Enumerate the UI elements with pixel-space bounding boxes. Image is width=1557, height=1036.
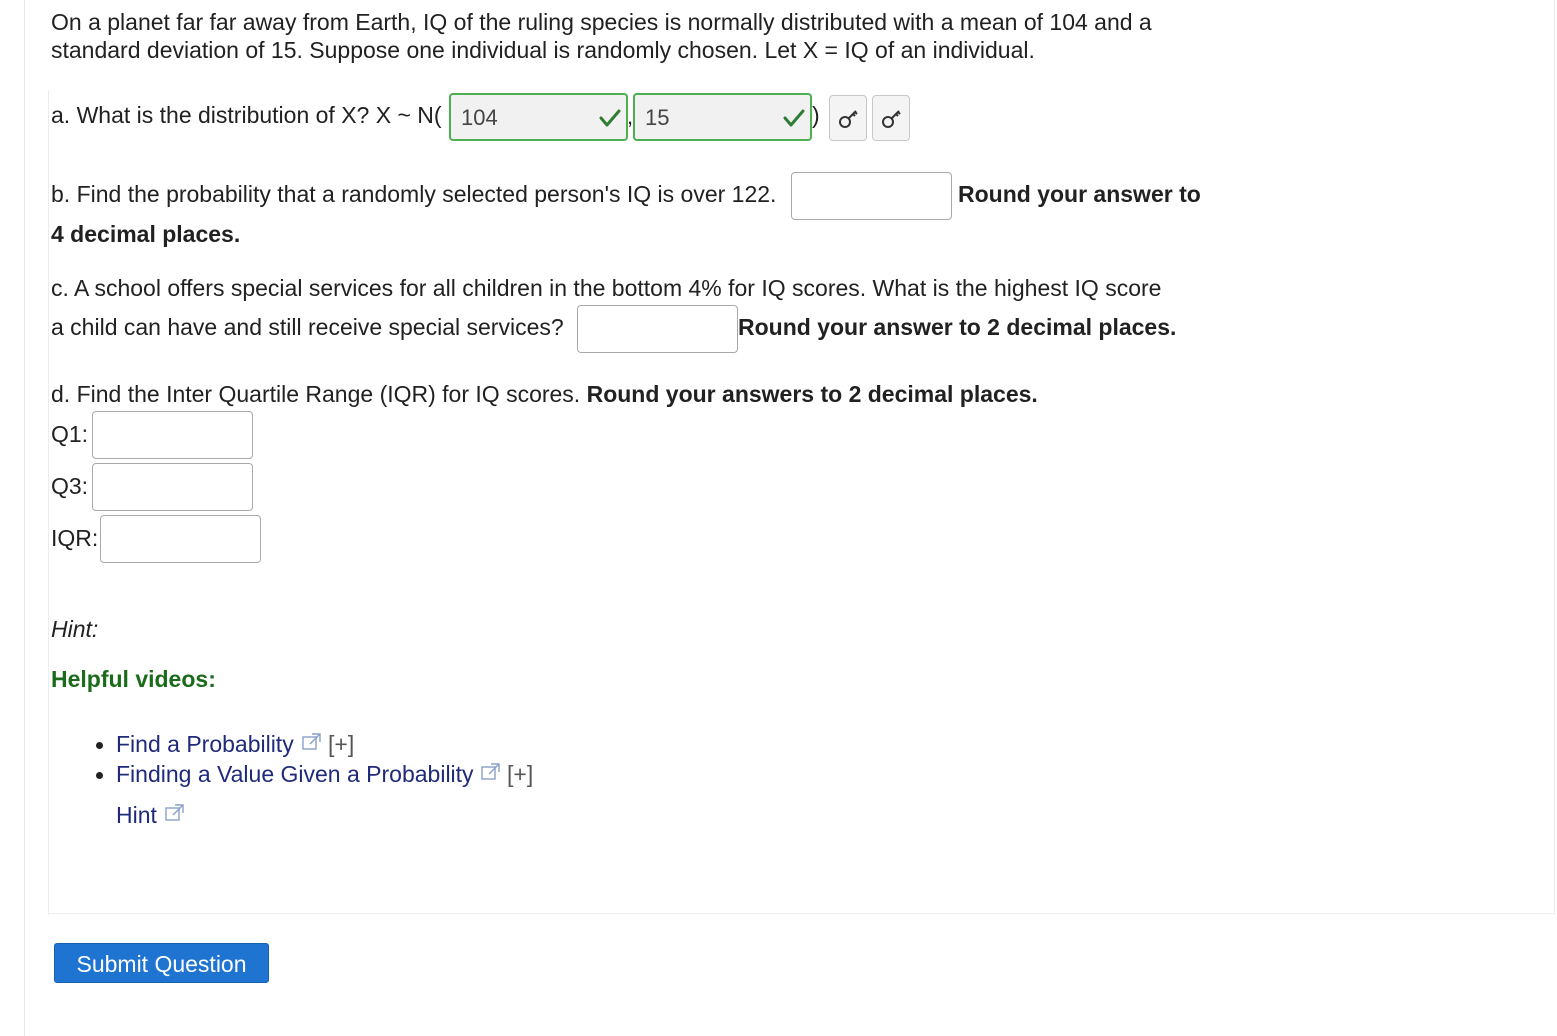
question-intro: On a planet far far away from Earth, IQ … bbox=[51, 8, 1231, 64]
part-c-prompt-line-1: c. A school offers special services for … bbox=[51, 275, 1162, 301]
key-icon bbox=[839, 110, 858, 128]
video-link-find-probability[interactable]: Find a Probability bbox=[116, 731, 294, 758]
part-d-instruction: Round your answers to 2 decimal places. bbox=[586, 381, 1038, 407]
external-link-icon bbox=[481, 763, 500, 780]
q3-label: Q3: bbox=[51, 473, 89, 499]
key-button-sd[interactable] bbox=[872, 95, 910, 141]
checkmark-icon bbox=[599, 109, 621, 127]
external-link-icon bbox=[302, 733, 321, 750]
expand-video-2-button[interactable]: [+] bbox=[507, 761, 533, 788]
iqr-input[interactable] bbox=[100, 515, 261, 563]
q1-label: Q1: bbox=[51, 421, 89, 447]
part-a-prompt: a. What is the distribution of X? X ~ N( bbox=[51, 102, 442, 128]
part-d-prompt-text: d. Find the Inter Quartile Range (IQR) f… bbox=[51, 381, 587, 407]
sd-input-value: 15 bbox=[645, 105, 670, 130]
video-link-finding-value[interactable]: Finding a Value Given a Probability bbox=[116, 761, 474, 788]
key-icon bbox=[882, 110, 901, 128]
part-c-answer-input[interactable] bbox=[577, 305, 738, 353]
part-d-prompt: d. Find the Inter Quartile Range (IQR) f… bbox=[51, 381, 1038, 408]
key-button-mean[interactable] bbox=[829, 95, 867, 141]
checkmark-icon bbox=[783, 109, 805, 127]
close-paren: ) bbox=[812, 102, 820, 128]
mean-input[interactable]: 104 bbox=[449, 93, 628, 141]
submit-question-button[interactable]: Submit Question bbox=[54, 943, 269, 983]
question-bottom-border bbox=[48, 913, 1555, 914]
helpful-videos-title: Helpful videos: bbox=[51, 666, 216, 692]
hint-link[interactable]: Hint bbox=[116, 802, 157, 829]
bullet bbox=[96, 742, 103, 749]
bullet bbox=[96, 772, 103, 779]
question-right-border bbox=[1554, 0, 1555, 914]
part-b-instruction-2: 4 decimal places. bbox=[51, 221, 241, 247]
part-b-instruction-1: Round your answer to bbox=[958, 181, 1201, 207]
intro-line-2: standard deviation of 15. Suppose one in… bbox=[51, 37, 1035, 63]
external-link-icon bbox=[165, 804, 184, 821]
iqr-label: IQR: bbox=[51, 525, 99, 551]
q3-input[interactable] bbox=[92, 463, 253, 511]
question-left-border bbox=[48, 90, 49, 915]
part-b-answer-input[interactable] bbox=[791, 172, 952, 220]
sd-input[interactable]: 15 bbox=[633, 93, 812, 141]
page-left-border bbox=[24, 0, 25, 1036]
mean-input-value: 104 bbox=[461, 105, 498, 130]
intro-line-1: On a planet far far away from Earth, IQ … bbox=[51, 9, 1152, 35]
expand-video-1-button[interactable]: [+] bbox=[328, 731, 354, 758]
part-b-prompt: b. Find the probability that a randomly … bbox=[51, 181, 777, 207]
part-c-instruction: Round your answer to 2 decimal places. bbox=[738, 314, 1177, 340]
q1-input[interactable] bbox=[92, 411, 253, 459]
part-c-prompt-line-2: a child can have and still receive speci… bbox=[51, 314, 564, 340]
hint-label: Hint: bbox=[51, 616, 99, 642]
